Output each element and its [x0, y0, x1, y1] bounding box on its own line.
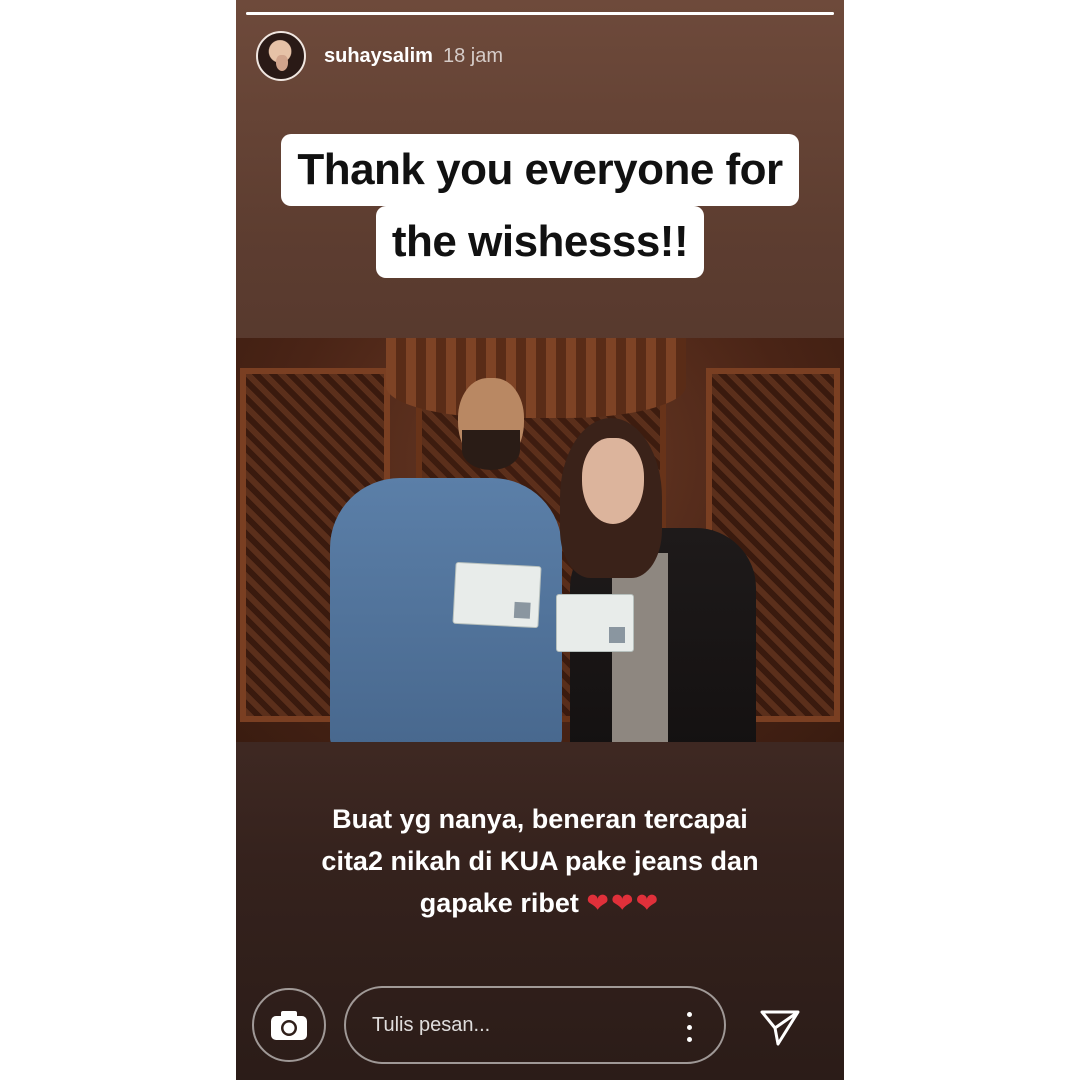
heart-emoji: ❤❤❤: [586, 888, 661, 918]
message-input[interactable]: Tulis pesan...: [344, 986, 726, 1064]
send-icon[interactable]: [758, 1004, 802, 1048]
camera-button[interactable]: [252, 988, 326, 1062]
story-progress-bar: [246, 12, 834, 15]
story-footer: Tulis pesan...: [236, 986, 844, 1066]
camera-icon: [271, 1011, 307, 1040]
story-header: suhaysalim 18 jam: [256, 28, 503, 84]
marriage-book: [556, 594, 634, 652]
caption-top: Thank you everyone for the wishesss!!: [236, 134, 844, 278]
caption-bottom-line: Buat yg nanya, beneran tercapai: [332, 804, 748, 834]
caption-bottom-line: cita2 nikah di KUA pake jeans dan: [321, 846, 759, 876]
more-vertical-icon[interactable]: [684, 1012, 694, 1042]
avatar[interactable]: [256, 31, 306, 81]
woman-face: [582, 438, 644, 524]
story-photo: [236, 338, 844, 742]
story-progress-fill: [246, 12, 834, 15]
carved-arch: [386, 338, 686, 418]
story-viewer[interactable]: suhaysalim 18 jam Thank you everyone for…: [236, 0, 844, 1080]
caption-bottom: Buat yg nanya, beneran tercapai cita2 ni…: [256, 798, 824, 924]
marriage-book: [452, 561, 542, 629]
message-placeholder: Tulis pesan...: [372, 1013, 491, 1036]
caption-top-line: the wishesss!!: [375, 206, 705, 278]
username[interactable]: suhaysalim: [324, 45, 433, 68]
caption-bottom-line: gapake ribet: [419, 888, 579, 918]
caption-top-line: Thank you everyone for: [281, 134, 799, 206]
story-timestamp: 18 jam: [442, 44, 503, 67]
man-beard: [462, 430, 520, 470]
